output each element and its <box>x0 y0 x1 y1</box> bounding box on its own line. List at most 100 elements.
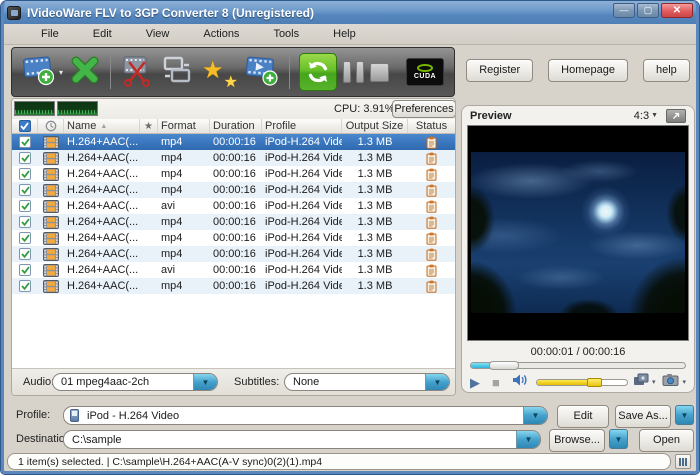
sort-asc-icon: ▲ <box>100 123 107 130</box>
menu-actions[interactable]: Actions <box>186 25 256 43</box>
edit-profile-button[interactable]: Edit <box>557 405 609 428</box>
preferences-button[interactable]: Preferences <box>392 100 456 118</box>
volume-icon[interactable] <box>512 373 528 392</box>
table-row[interactable]: H.264+AAC(...avi00:00:16iPod-H.264 Video… <box>12 198 455 214</box>
table-row[interactable]: H.264+AAC(...mp400:00:16iPod-H.264 Video… <box>12 230 455 246</box>
cell-favorite <box>140 214 158 230</box>
row-checkbox[interactable] <box>12 182 38 198</box>
help-button[interactable]: help <box>643 59 690 82</box>
table-row[interactable]: H.264+AAC(...mp400:00:16iPod-H.264 Video… <box>12 134 455 150</box>
remove-button[interactable] <box>69 51 101 93</box>
menu-edit[interactable]: Edit <box>76 25 129 43</box>
column-name[interactable]: Name ▲ <box>64 119 140 133</box>
audio-subtitle-bar: Audio: 01 mpeg4aac-2ch ▼ Subtitles: None… <box>12 368 455 395</box>
stop-playback-button[interactable]: ■ <box>492 376 500 389</box>
video-frame-night-sky <box>471 152 685 313</box>
cell-status-icon <box>408 278 455 294</box>
menu-file[interactable]: File <box>24 25 76 43</box>
trim-button[interactable] <box>120 51 154 93</box>
resize-grip[interactable] <box>675 454 691 469</box>
row-checkbox[interactable] <box>12 278 38 294</box>
column-output-size[interactable]: Output Size <box>342 119 408 133</box>
menu-view[interactable]: View <box>129 25 187 43</box>
row-checkbox[interactable] <box>12 134 38 150</box>
crop-button[interactable] <box>160 51 194 93</box>
profile-dropdown-icon[interactable]: ▼ <box>523 407 547 424</box>
select-all-checkbox[interactable] <box>12 119 38 133</box>
destination-dropdown-icon[interactable]: ▼ <box>516 431 540 448</box>
cell-duration: 00:00:16 <box>210 182 262 198</box>
table-row[interactable]: H.264+AAC(...mp400:00:16iPod-H.264 Video… <box>12 278 455 294</box>
scene-caret-icon[interactable]: ▾ <box>652 378 656 386</box>
cell-profile: iPod-H.264 Video <box>262 214 342 230</box>
table-row[interactable]: H.264+AAC(...mp400:00:16iPod-H.264 Video… <box>12 214 455 230</box>
register-button[interactable]: Register <box>466 59 533 82</box>
state-column-icon[interactable] <box>38 119 64 133</box>
cell-format: mp4 <box>158 134 210 150</box>
maximize-button[interactable]: ▢ <box>637 3 659 18</box>
table-row[interactable]: H.264+AAC(...mp400:00:16iPod-H.264 Video… <box>12 246 455 262</box>
cell-profile: iPod-H.264 Video <box>262 262 342 278</box>
pause-button[interactable] <box>343 51 364 93</box>
cell-profile: iPod-H.264 Video <box>262 150 342 166</box>
scene-frames-icon[interactable] <box>633 373 649 392</box>
column-profile[interactable]: Profile <box>262 119 342 133</box>
video-display[interactable] <box>467 125 689 341</box>
minimize-button[interactable]: — <box>613 3 635 18</box>
cell-duration: 00:00:16 <box>210 262 262 278</box>
row-checkbox[interactable] <box>12 166 38 182</box>
table-row[interactable]: H.264+AAC(...mp400:00:16iPod-H.264 Video… <box>12 166 455 182</box>
cell-favorite <box>140 278 158 294</box>
row-checkbox[interactable] <box>12 214 38 230</box>
merge-video-icon <box>244 53 280 92</box>
column-favorite[interactable]: ★ <box>140 119 158 133</box>
remove-x-icon <box>69 55 101 90</box>
snapshot-caret-icon[interactable]: ▾ <box>682 378 686 386</box>
subtitles-dropdown-icon[interactable]: ▼ <box>425 374 449 390</box>
menu-tools[interactable]: Tools <box>256 25 316 43</box>
convert-button[interactable] <box>299 51 337 93</box>
audio-dropdown-icon[interactable]: ▼ <box>193 374 217 390</box>
save-as-button[interactable]: Save As... <box>615 405 671 428</box>
subtitles-select[interactable]: None ▼ <box>284 373 450 391</box>
effects-button[interactable]: ★ ★ <box>200 51 238 93</box>
row-checkbox[interactable] <box>12 262 38 278</box>
profile-select[interactable]: iPod - H.264 Video ▼ <box>63 406 548 425</box>
save-as-dropdown-button[interactable]: ▼ <box>675 405 694 425</box>
destination-field[interactable]: C:\sample ▼ <box>63 430 541 449</box>
column-status[interactable]: Status <box>408 119 455 133</box>
table-row[interactable]: H.264+AAC(...mp400:00:16iPod-H.264 Video… <box>12 150 455 166</box>
seek-bar[interactable] <box>470 362 686 369</box>
toolbar-separator <box>289 55 290 89</box>
cell-output-size: 1.3 MB <box>342 150 408 166</box>
row-checkbox[interactable] <box>12 230 38 246</box>
merge-button[interactable] <box>244 51 280 93</box>
column-format[interactable]: Format <box>158 119 210 133</box>
row-checkbox[interactable] <box>12 246 38 262</box>
close-button[interactable]: ✕ <box>661 3 693 18</box>
add-video-button[interactable]: ▾ <box>22 51 63 93</box>
browse-button[interactable]: Browse... <box>549 429 605 452</box>
cell-format: avi <box>158 198 210 214</box>
table-row[interactable]: H.264+AAC(...avi00:00:16iPod-H.264 Video… <box>12 262 455 278</box>
row-checkbox[interactable] <box>12 150 38 166</box>
menu-help[interactable]: Help <box>316 25 373 43</box>
homepage-button[interactable]: Homepage <box>548 59 628 82</box>
play-button[interactable]: ▶ <box>470 376 480 389</box>
cell-duration: 00:00:16 <box>210 278 262 294</box>
table-row[interactable]: H.264+AAC(...mp400:00:16iPod-H.264 Video… <box>12 182 455 198</box>
video-file-icon <box>38 278 64 294</box>
open-folder-button[interactable]: Open <box>639 429 694 452</box>
audio-select[interactable]: 01 mpeg4aac-2ch ▼ <box>52 373 218 391</box>
detach-preview-button[interactable] <box>666 109 686 123</box>
cell-output-size: 1.3 MB <box>342 262 408 278</box>
stop-convert-button[interactable] <box>370 51 389 93</box>
row-checkbox[interactable] <box>12 198 38 214</box>
volume-slider[interactable] <box>536 379 628 386</box>
snapshot-camera-icon[interactable] <box>662 373 679 391</box>
aspect-ratio-select[interactable]: 4:3 ▼ <box>634 110 658 122</box>
browse-dropdown-button[interactable]: ▼ <box>609 429 628 449</box>
seek-handle[interactable] <box>489 361 519 370</box>
volume-handle[interactable] <box>587 378 602 387</box>
column-duration[interactable]: Duration <box>210 119 262 133</box>
